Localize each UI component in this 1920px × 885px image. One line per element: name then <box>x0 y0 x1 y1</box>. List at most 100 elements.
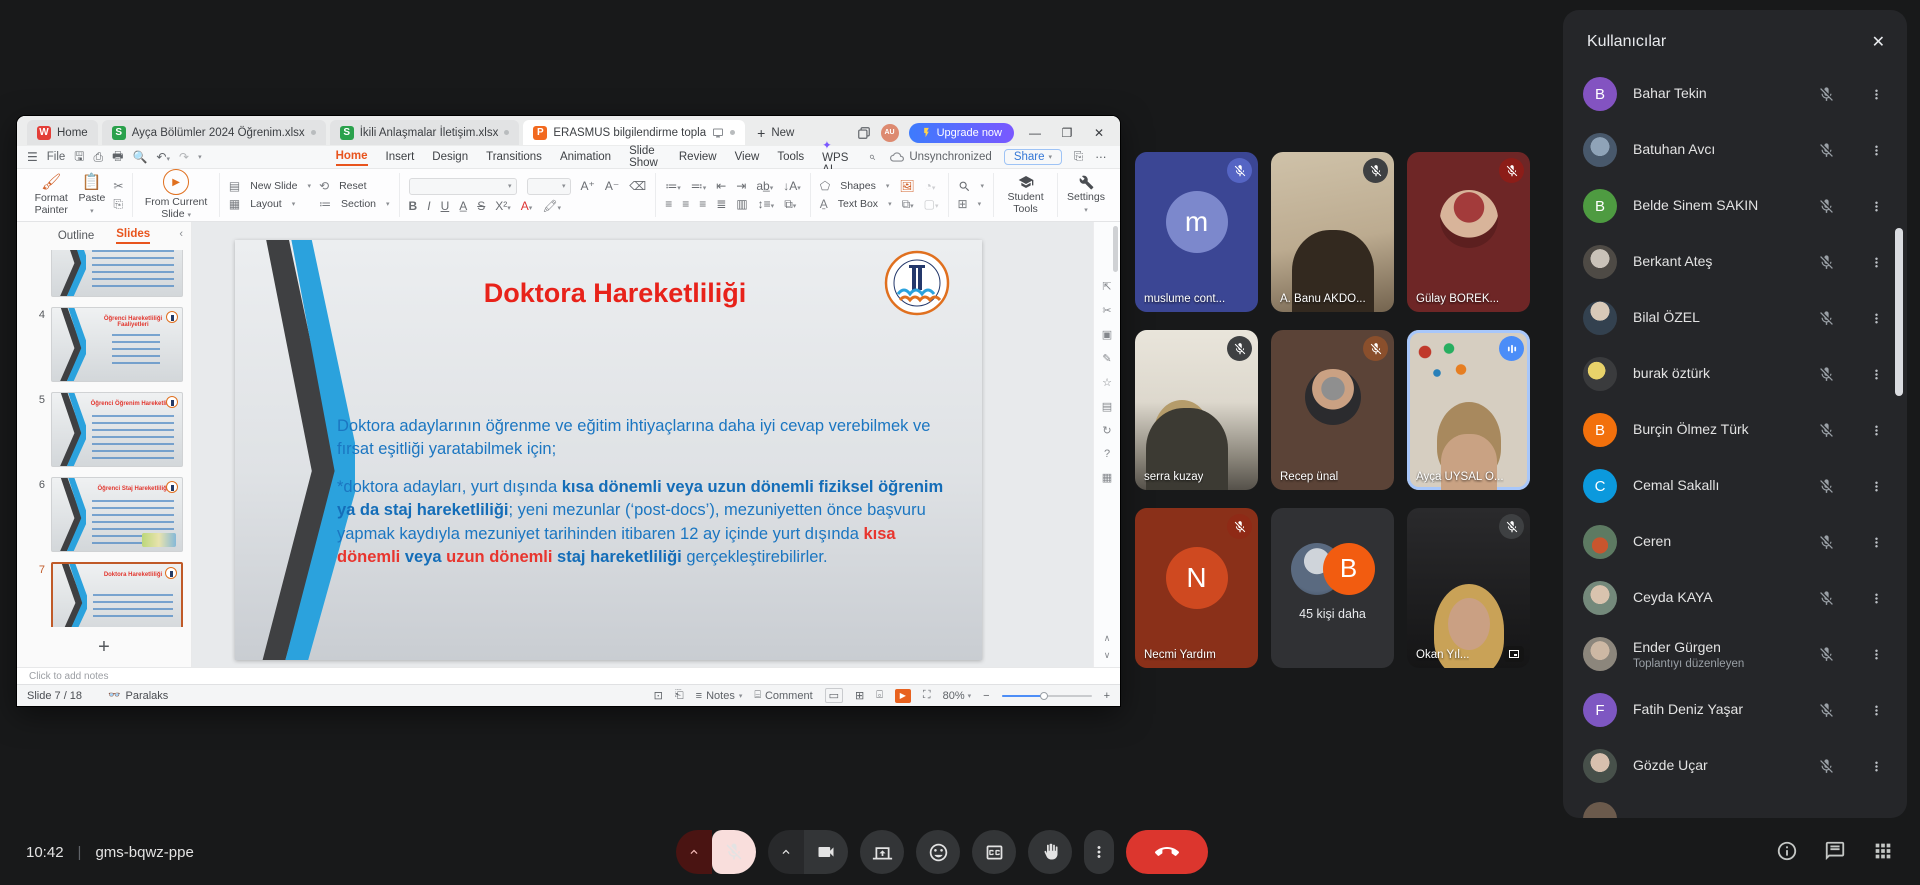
more-options-icon[interactable] <box>1859 77 1893 111</box>
grow-font-button[interactable]: A⁺ <box>581 179 595 193</box>
restore-button[interactable]: ❐ <box>1056 126 1078 140</box>
picture-icon[interactable]: 🖼 <box>899 179 914 193</box>
video-tile[interactable]: serra kuzay <box>1135 330 1258 490</box>
help-pane-icon[interactable]: ? <box>1104 448 1110 460</box>
video-tile[interactable]: m muslume cont... <box>1135 152 1258 312</box>
strikethrough-button[interactable]: S <box>477 199 485 213</box>
menu-slideshow[interactable]: Slide Show <box>629 143 661 171</box>
panel-toggle-icon[interactable]: ⎘ <box>1074 151 1083 164</box>
font-size-select[interactable]: ▾ <box>527 178 571 195</box>
quickbar-more-icon[interactable]: ▾ <box>198 153 202 161</box>
chart-icon[interactable]: ◔▾ <box>925 179 936 193</box>
comment-button[interactable]: ⌸ Comment <box>754 689 812 702</box>
section-button[interactable]: ≔Section▾ <box>319 197 390 211</box>
clear-format-button[interactable]: ⌫ <box>629 179 646 193</box>
mic-off-icon[interactable] <box>1809 637 1843 671</box>
slide-thumbnail-6[interactable]: Öğrenci Staj Hareketliliği <box>51 477 183 552</box>
overflow-tile[interactable]: B 45 kişi daha <box>1271 508 1394 668</box>
sync-status[interactable]: Unsynchronized <box>890 150 991 164</box>
arrange-icon[interactable]: ⧉▾ <box>902 197 914 212</box>
reactions-button[interactable] <box>916 830 960 874</box>
more-options-icon[interactable] <box>1859 581 1893 615</box>
output-icon[interactable]: ⎙ <box>94 150 104 165</box>
zoom-slider[interactable] <box>1002 695 1092 697</box>
chat-icon[interactable] <box>1824 840 1846 865</box>
more-options-icon[interactable] <box>1859 637 1893 671</box>
decrease-indent-button[interactable]: ⇤ <box>716 179 726 193</box>
share-button[interactable]: Share▾ <box>1004 149 1062 165</box>
mic-off-icon[interactable] <box>1809 581 1843 615</box>
align-left-button[interactable]: ≡ <box>665 197 672 211</box>
upgrade-button[interactable]: Upgrade now <box>909 123 1014 143</box>
slide-thumbnail-4[interactable]: Öğrenci Hareketliliği Faaliyetleri <box>51 307 183 382</box>
camera-button[interactable] <box>804 830 848 874</box>
mic-off-icon[interactable] <box>1809 693 1843 727</box>
mic-off-icon[interactable] <box>1809 77 1843 111</box>
cut-icon[interactable]: ✂ <box>113 179 123 193</box>
menu-transitions[interactable]: Transitions <box>486 149 542 165</box>
search-icon[interactable] <box>869 151 876 164</box>
menu-view[interactable]: View <box>735 149 760 165</box>
underline-button[interactable]: U <box>441 199 450 213</box>
new-slide-button[interactable]: ▤New Slide▾ <box>229 179 311 193</box>
tab-slides[interactable]: Slides <box>116 228 150 244</box>
reset-button[interactable]: ⟲Reset <box>319 179 390 193</box>
video-tile[interactable]: A. Banu AKDO... <box>1271 152 1394 312</box>
mic-off-icon[interactable] <box>1809 525 1843 559</box>
undo-icon[interactable]: ↶▾ <box>156 150 170 164</box>
close-window-button[interactable]: ✕ <box>1088 126 1110 140</box>
tab-outline[interactable]: Outline <box>58 230 94 242</box>
copy-icon[interactable]: ⎘ <box>113 197 123 212</box>
settings-button[interactable]: Settings ▾ <box>1067 175 1105 215</box>
star-pane-icon[interactable]: ☆ <box>1102 376 1112 389</box>
slide-thumbnail-7-selected[interactable]: Doktora Hareketliliği <box>51 562 183 627</box>
notes-bar[interactable]: Click to add notes <box>17 667 1120 684</box>
raise-hand-button[interactable] <box>1028 830 1072 874</box>
ribbon-more-icon[interactable]: ⋯ <box>1095 150 1107 164</box>
highlight-button[interactable]: 🖍▾ <box>542 199 561 213</box>
redo-icon[interactable]: ↷ <box>179 150 189 164</box>
zoom-in-button[interactable]: + <box>1104 690 1110 702</box>
more-options-icon[interactable] <box>1859 413 1893 447</box>
tab-spreadsheet-1[interactable]: S Ayça Bölümler 2024 Öğrenim.xlsx <box>102 120 326 145</box>
justify-button[interactable]: ≣ <box>716 197 726 211</box>
more-options-icon[interactable] <box>1859 133 1893 167</box>
increase-indent-button[interactable]: ⇥ <box>736 179 746 193</box>
zoom-level[interactable]: 80%▾ <box>943 690 972 702</box>
shapes-button[interactable]: ⬠Shapes▾🖼◔▾ <box>820 179 939 193</box>
reading-view-button[interactable]: ⌻ <box>876 689 883 702</box>
present-screen-button[interactable] <box>860 830 904 874</box>
notes-toggle[interactable]: ≡ Notes▾ <box>696 690 743 702</box>
play-from-current-slide-button[interactable]: ▶ From Current Slide ▾ <box>142 169 209 220</box>
slide-thumbnail-5[interactable]: Öğrenci Öğrenim Hareketliliği <box>51 392 183 467</box>
mic-off-icon[interactable] <box>1809 357 1843 391</box>
more-options-icon[interactable] <box>1859 189 1893 223</box>
paste-button[interactable]: 📋 Paste ▾ <box>78 174 105 217</box>
tab-home[interactable]: W Home <box>27 120 98 145</box>
more-options-icon[interactable] <box>1859 693 1893 727</box>
video-tile[interactable]: Recep ünal <box>1271 330 1394 490</box>
mic-options-chevron[interactable] <box>676 830 712 874</box>
format-painter-button[interactable]: 🖌 Format Painter <box>32 174 70 217</box>
edit-pane-icon[interactable]: ✎ <box>1102 352 1111 365</box>
more-options-icon[interactable] <box>1859 469 1893 503</box>
slide-thumbnail-3[interactable] <box>51 250 183 297</box>
font-color-button[interactable]: A▾ <box>521 199 533 213</box>
bold-button[interactable]: B <box>409 199 418 213</box>
mic-off-icon[interactable] <box>1809 469 1843 503</box>
menu-file[interactable]: File <box>47 151 66 163</box>
grid-pane-icon[interactable]: ▦ <box>1102 471 1112 484</box>
menu-insert[interactable]: Insert <box>386 149 415 165</box>
panel-scrollbar[interactable] <box>1895 228 1903 396</box>
more-options-icon[interactable] <box>1859 301 1893 335</box>
fill-icon[interactable]: ▢▾ <box>924 197 939 211</box>
more-options-button[interactable] <box>1084 830 1114 874</box>
mic-off-icon[interactable] <box>1809 301 1843 335</box>
mic-off-icon[interactable] <box>1809 245 1843 279</box>
cut-pane-icon[interactable]: ✂ <box>1102 304 1111 317</box>
menu-tools[interactable]: Tools <box>777 149 804 165</box>
video-tile[interactable]: N Necmi Yardım <box>1135 508 1258 668</box>
layout-button[interactable]: ▦Layout▾ <box>229 197 311 211</box>
vertical-scrollbar[interactable] <box>1113 226 1118 272</box>
menu-review[interactable]: Review <box>679 149 717 165</box>
